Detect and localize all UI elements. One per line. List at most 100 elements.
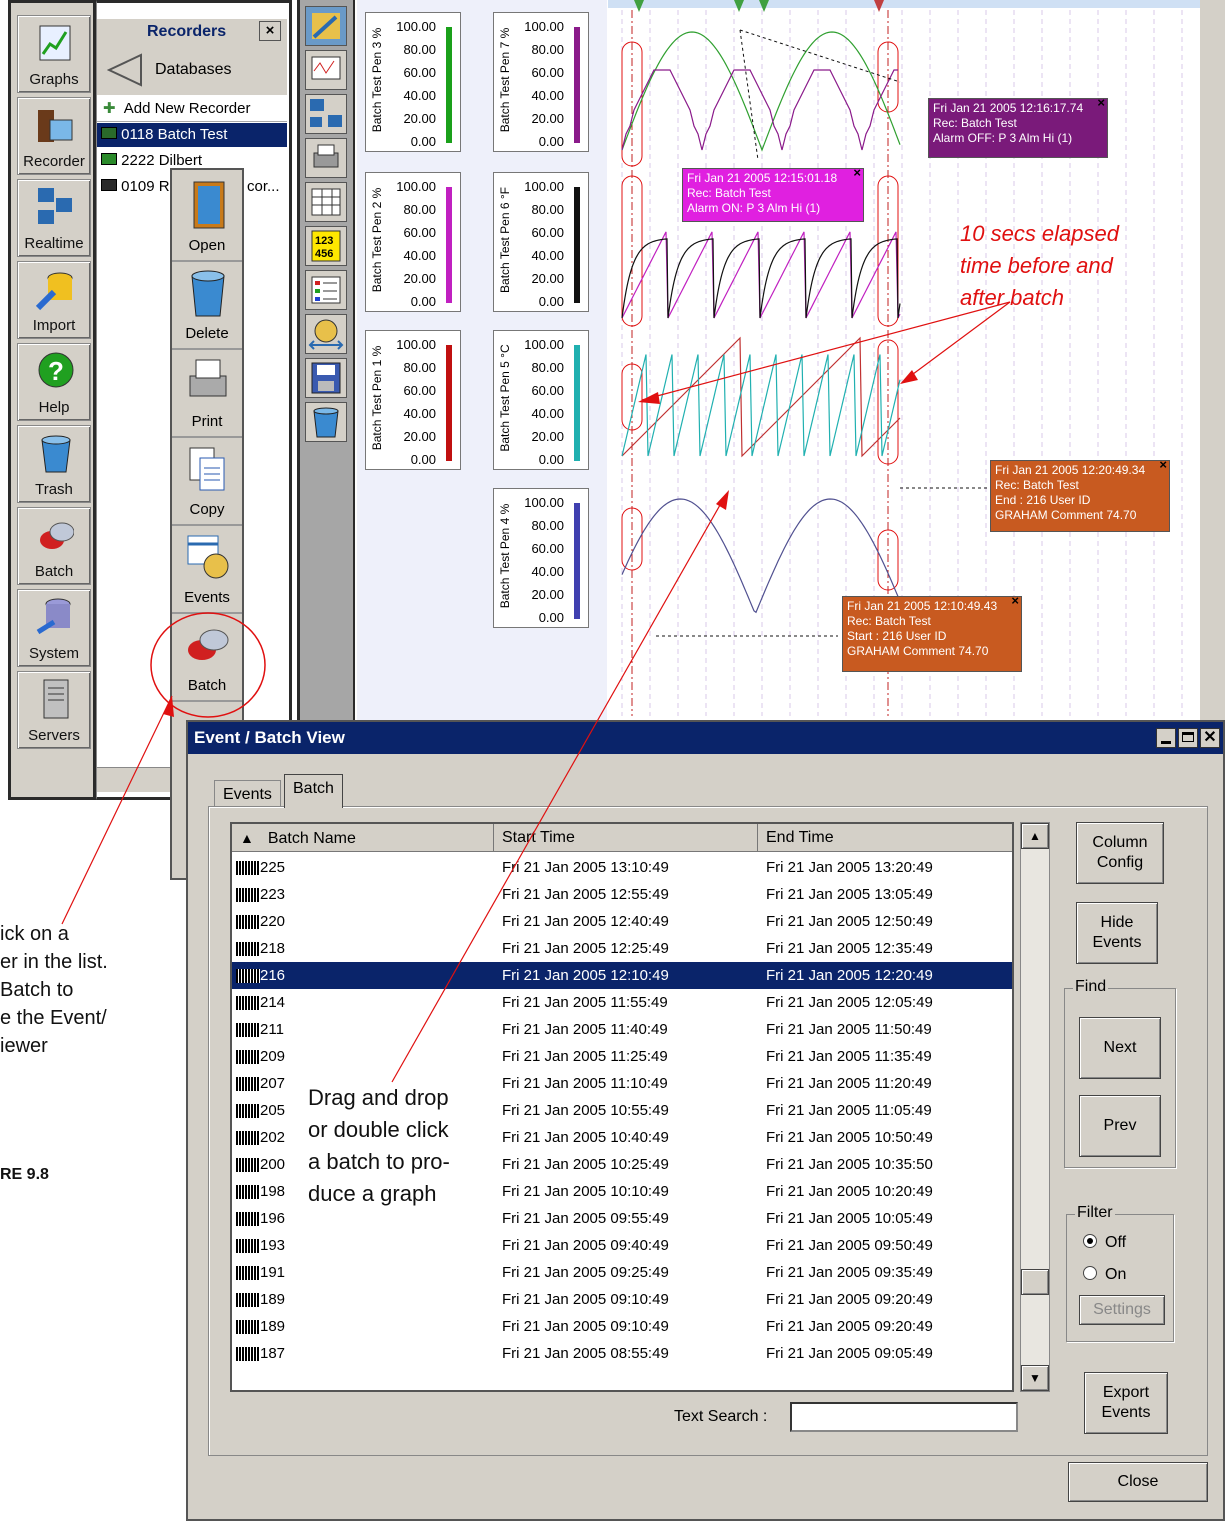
cell-end-time: Fri 21 Jan 2005 12:35:49: [766, 940, 933, 957]
nav-realtime-button[interactable]: Realtime: [17, 179, 91, 257]
tab-events[interactable]: Events: [214, 780, 281, 808]
text-search-input[interactable]: [790, 1402, 1018, 1432]
pen-scale-tick: 100.00: [524, 179, 564, 194]
table-row[interactable]: 218 Fri 21 Jan 2005 12:25:49 Fri 21 Jan 20…: [232, 935, 1012, 962]
tooltip-close-icon[interactable]: ×: [1159, 457, 1167, 472]
cell-end-time: Fri 21 Jan 2005 11:50:49: [766, 1021, 932, 1038]
databases-button[interactable]: Databases: [97, 45, 287, 95]
table-row[interactable]: 189 Fri 21 Jan 2005 09:10:49 Fri 21 Jan 20…: [232, 1286, 1012, 1313]
delete-button[interactable]: [305, 402, 347, 442]
time-span-button[interactable]: [305, 314, 347, 354]
cell-start-time: Fri 21 Jan 2005 10:25:49: [502, 1156, 669, 1173]
cell-batch-name: 202: [260, 1129, 286, 1146]
table-row[interactable]: 223 Fri 21 Jan 2005 12:55:49 Fri 21 Jan 20…: [232, 881, 1012, 908]
pen-scale-tick: 40.00: [403, 406, 436, 421]
chart-view-button[interactable]: [305, 50, 347, 90]
filter-on-radio[interactable]: On: [1083, 1265, 1126, 1284]
column-header-start-time[interactable]: Start Time: [494, 824, 758, 852]
close-button[interactable]: Close: [1068, 1462, 1208, 1502]
table-row[interactable]: 220 Fri 21 Jan 2005 12:40:49 Fri 21 Jan 20…: [232, 908, 1012, 935]
pen-scale-tick: 60.00: [403, 383, 436, 398]
context-menu-label: Open: [188, 237, 226, 254]
table-row[interactable]: 211 Fri 21 Jan 2005 11:40:49 Fri 21 Jan 20…: [232, 1016, 1012, 1043]
pen-scale-tick: 40.00: [531, 88, 564, 103]
recorder-item[interactable]: 0118 Batch Test: [97, 123, 287, 147]
nav-import-button[interactable]: Import: [17, 261, 91, 339]
event-tooltip[interactable]: × Fri Jan 21 2005 12:15:01.18 Rec: Batch T…: [682, 165, 864, 222]
nav-button-label: Help: [38, 399, 70, 416]
minimize-button[interactable]: [1156, 728, 1176, 748]
tooltip-close-icon[interactable]: ×: [1097, 95, 1105, 110]
scroll-thumb[interactable]: [1021, 1269, 1049, 1295]
nav-recorder-button[interactable]: Recorder: [17, 97, 91, 175]
column-header-batch-name[interactable]: ▲ Batch Name: [232, 824, 494, 852]
back-arrow-icon: [107, 53, 142, 87]
event-tooltip[interactable]: × Fri Jan 21 2005 12:20:49.34 Rec: Batch T…: [990, 457, 1170, 532]
hide-events-button[interactable]: Hide Events: [1076, 902, 1158, 964]
add-new-recorder[interactable]: ✚ Add New Recorder: [97, 97, 287, 122]
context-menu-print[interactable]: Print: [172, 350, 242, 438]
table-row[interactable]: 209 Fri 21 Jan 2005 11:25:49 Fri 21 Jan 20…: [232, 1043, 1012, 1070]
cell-start-time: Fri 21 Jan 2005 09:10:49: [502, 1318, 669, 1335]
cell-end-time: Fri 21 Jan 2005 09:05:49: [766, 1345, 933, 1362]
clock-arrows-icon: [308, 319, 344, 350]
nav-system-button[interactable]: System: [17, 589, 91, 667]
digital-values-button[interactable]: 123 456: [305, 226, 347, 266]
settings-button[interactable]: Settings: [1079, 1295, 1165, 1325]
pen-scale-tick: 80.00: [531, 202, 564, 217]
context-menu-open[interactable]: Open: [172, 174, 242, 262]
nav-graphs-button[interactable]: Graphs: [17, 15, 91, 93]
find-group: Find Next Prev: [1064, 978, 1176, 1168]
print-button[interactable]: [305, 138, 347, 178]
network-button[interactable]: [305, 94, 347, 134]
nav-batch-button[interactable]: Batch: [17, 507, 91, 585]
table-row[interactable]: 216 Fri 21 Jan 2005 12:10:49 Fri 21 Jan 20…: [232, 962, 1012, 989]
graph-settings-button[interactable]: [305, 6, 347, 46]
cell-batch-name: 220: [260, 913, 286, 930]
table-row[interactable]: 214 Fri 21 Jan 2005 11:55:49 Fri 21 Jan 20…: [232, 989, 1012, 1016]
event-tooltip[interactable]: × Fri Jan 21 2005 12:10:49.43 Rec: Batch T…: [842, 593, 1022, 672]
tooltip-close-icon[interactable]: ×: [853, 165, 861, 180]
context-menu-copy[interactable]: Copy: [172, 438, 242, 526]
tooltip-close-icon[interactable]: ×: [1011, 593, 1019, 608]
table-scrollbar[interactable]: ▲ ▼: [1020, 822, 1050, 1392]
table-row[interactable]: 187 Fri 21 Jan 2005 08:55:49 Fri 21 Jan 20…: [232, 1340, 1012, 1367]
cell-batch-name: 223: [260, 886, 286, 903]
table-row[interactable]: 225 Fri 21 Jan 2005 13:10:49 Fri 21 Jan 20…: [232, 854, 1012, 881]
nav-servers-button[interactable]: Servers: [17, 671, 91, 749]
context-menu-label: Print: [191, 413, 223, 430]
digits-icon: 123456: [311, 230, 341, 262]
event-tooltip[interactable]: × Fri Jan 21 2005 12:16:17.74 Rec: Batch T…: [928, 95, 1108, 158]
tab-batch[interactable]: Batch: [284, 774, 343, 808]
pen-scale-tick: 100.00: [524, 337, 564, 352]
table-row[interactable]: 189 Fri 21 Jan 2005 09:10:49 Fri 21 Jan 20…: [232, 1313, 1012, 1340]
export-events-button[interactable]: Export Events: [1084, 1372, 1168, 1434]
trash-icon: [41, 435, 71, 473]
column-config-button[interactable]: Column Config: [1076, 822, 1164, 884]
barcode-icon: [236, 1266, 260, 1280]
pen-scale-tick: 40.00: [531, 406, 564, 421]
cell-batch-name: 216: [260, 967, 286, 984]
save-button[interactable]: [305, 358, 347, 398]
filter-off-radio[interactable]: Off: [1083, 1233, 1126, 1252]
table-row[interactable]: 191 Fri 21 Jan 2005 09:25:49 Fri 21 Jan 20…: [232, 1259, 1012, 1286]
context-menu-delete[interactable]: Delete: [172, 262, 242, 350]
pen-scale: Batch Test Pen 7 % 100.00 80.00 60.00 40.00 2…: [493, 12, 589, 152]
next-button[interactable]: Next: [1079, 1017, 1161, 1079]
table-row[interactable]: 193 Fri 21 Jan 2005 09:40:49 Fri 21 Jan 20…: [232, 1232, 1012, 1259]
nav-help-button[interactable]: ? Help: [17, 343, 91, 421]
pen-scale-label: Batch Test Pen 6 °F: [498, 187, 512, 293]
legend-button[interactable]: [305, 270, 347, 310]
pen-2-trace: [621, 231, 901, 319]
recorders-close-button[interactable]: ×: [259, 21, 281, 41]
prev-button[interactable]: Prev: [1079, 1095, 1161, 1157]
maximize-button[interactable]: [1178, 728, 1198, 748]
table-view-button[interactable]: [305, 182, 347, 222]
graph-scrollbar[interactable]: [1200, 0, 1225, 720]
scroll-down-button[interactable]: ▼: [1021, 1365, 1049, 1391]
nav-trash-button[interactable]: Trash: [17, 425, 91, 503]
close-icon[interactable]: ✕: [1200, 728, 1220, 748]
column-header-end-time[interactable]: End Time: [758, 824, 1012, 852]
scroll-up-button[interactable]: ▲: [1021, 823, 1049, 849]
context-menu-events[interactable]: Events: [172, 526, 242, 614]
